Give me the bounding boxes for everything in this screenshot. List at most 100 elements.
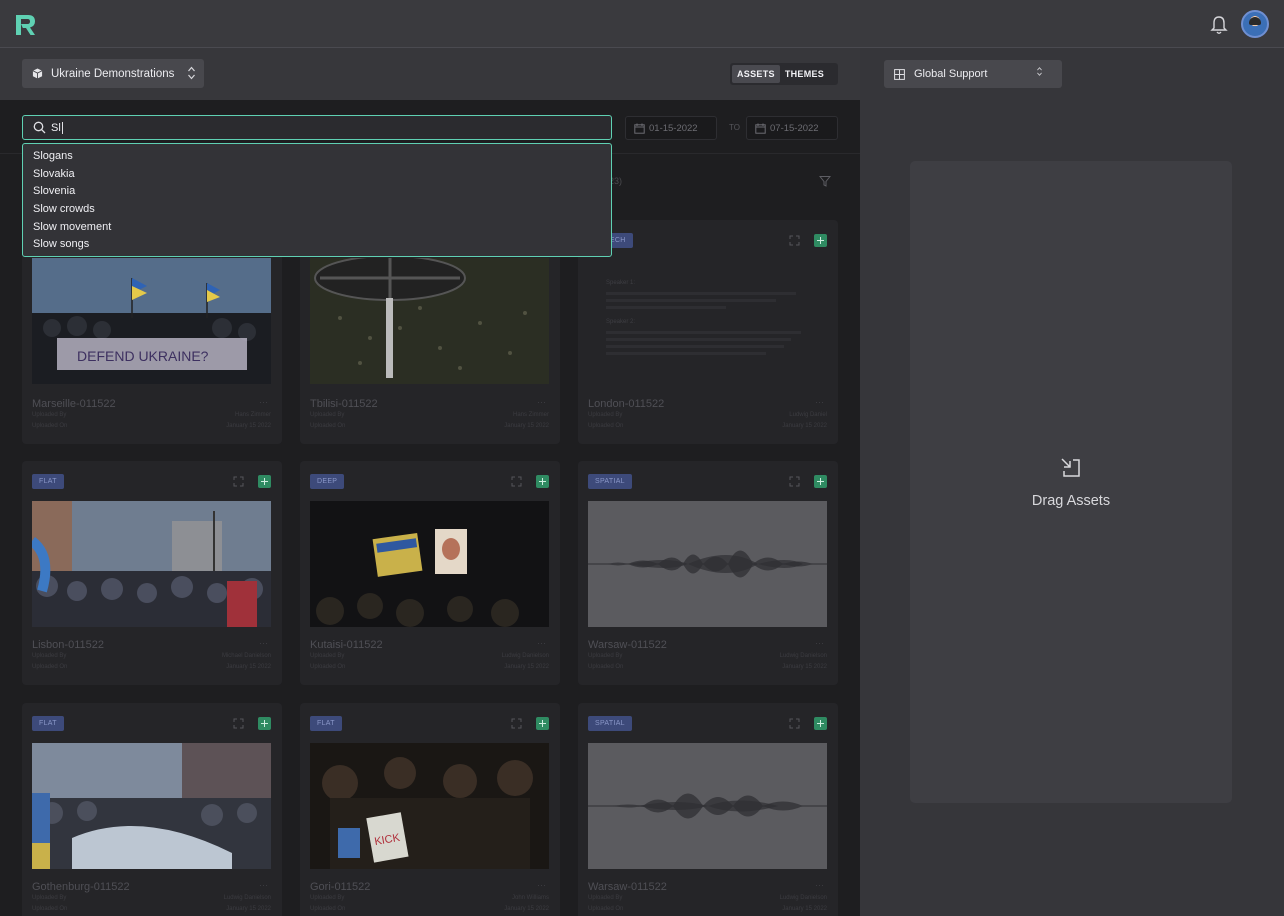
expand-icon[interactable] xyxy=(511,718,522,729)
more-icon[interactable]: ··· xyxy=(259,638,268,648)
add-to-theme-button[interactable] xyxy=(814,234,827,247)
asset-thumbnail: KICK xyxy=(310,743,549,869)
bell-icon[interactable] xyxy=(1209,14,1229,36)
asset-meta: Uploaded By John Williams xyxy=(310,895,549,901)
search-input[interactable]: Sl xyxy=(22,115,612,140)
suggestion-item[interactable]: Slow crowds xyxy=(23,201,611,219)
calendar-icon xyxy=(634,123,645,134)
drop-zone[interactable]: Drag Assets xyxy=(910,161,1232,803)
asset-name: Tbilisi-011522 xyxy=(310,398,378,410)
themes-tab[interactable]: THEMES xyxy=(780,65,829,83)
add-to-theme-button[interactable] xyxy=(258,717,271,730)
expand-icon[interactable] xyxy=(789,235,800,246)
suggestion-item[interactable]: Slovakia xyxy=(23,166,611,184)
search-icon xyxy=(33,121,46,134)
theme-select-label: Global Support xyxy=(914,68,988,80)
audio-waveform xyxy=(588,501,827,627)
asset-meta: Uploaded On January 15 2022 xyxy=(588,664,827,670)
asset-thumbnail xyxy=(32,501,271,627)
grid-icon xyxy=(894,68,905,80)
asset-meta: Uploaded On January 15 2022 xyxy=(588,423,827,429)
start-date-field[interactable]: 01-15-2022 xyxy=(625,116,717,140)
end-date-field[interactable]: 07-15-2022 xyxy=(746,116,838,140)
end-date-value: 07-15-2022 xyxy=(770,122,819,134)
assets-panel: Ukraine Demonstrations ASSETS THEMES Sl … xyxy=(0,48,860,916)
asset-meta: Uploaded On January 15 2022 xyxy=(32,906,271,912)
search-suggestions: Slogans Slovakia Slovenia Slow crowds Sl… xyxy=(22,143,612,257)
project-select[interactable]: Ukraine Demonstrations xyxy=(22,59,204,88)
chevron-updown-icon xyxy=(188,66,195,80)
add-to-theme-button[interactable] xyxy=(814,717,827,730)
app-logo[interactable] xyxy=(13,12,39,38)
asset-badge: SPATIAL xyxy=(588,716,632,731)
asset-thumbnail: DEFEND UKRAINE? xyxy=(32,258,271,384)
asset-card[interactable]: SPATIAL Warsaw-011522 ··· Uploaded By Lud… xyxy=(578,703,838,916)
expand-icon[interactable] xyxy=(789,718,800,729)
start-date-value: 01-15-2022 xyxy=(649,122,698,134)
asset-meta: Uploaded By Ludwig Danielson xyxy=(588,653,827,659)
asset-card[interactable]: FLAT Gothenburg-011522 ··· Uploaded By Lu… xyxy=(22,703,282,916)
audio-waveform xyxy=(588,743,827,869)
more-icon[interactable]: ··· xyxy=(537,397,546,407)
more-icon[interactable]: ··· xyxy=(537,638,546,648)
add-to-theme-button[interactable] xyxy=(536,475,549,488)
asset-name: Gori-011522 xyxy=(310,881,371,893)
asset-meta: Uploaded On January 15 2022 xyxy=(310,423,549,429)
theme-select[interactable]: Global Support xyxy=(884,60,1062,88)
asset-meta: Uploaded On January 15 2022 xyxy=(310,906,549,912)
asset-meta: Uploaded By Ludwig Danielson xyxy=(32,895,271,901)
date-to-label: TO xyxy=(729,123,740,132)
asset-meta: Uploaded On January 15 2022 xyxy=(588,906,827,912)
asset-name: Lisbon-011522 xyxy=(32,639,104,651)
more-icon[interactable]: ··· xyxy=(259,397,268,407)
search-value: Sl xyxy=(51,121,61,134)
expand-icon[interactable] xyxy=(511,476,522,487)
asset-name: Warsaw-011522 xyxy=(588,639,667,651)
asset-meta: Uploaded On January 15 2022 xyxy=(32,423,271,429)
asset-badge: FLAT xyxy=(310,716,342,731)
asset-badge: FLAT xyxy=(32,716,64,731)
add-to-theme-button[interactable] xyxy=(814,475,827,488)
more-icon[interactable]: ··· xyxy=(537,880,546,890)
asset-meta: Uploaded By Hans Zimmer xyxy=(310,412,549,418)
avatar[interactable] xyxy=(1241,10,1269,38)
more-icon[interactable]: ··· xyxy=(259,880,268,890)
more-icon[interactable]: ··· xyxy=(815,638,824,648)
asset-badge: SPATIAL xyxy=(588,474,632,489)
text-caret xyxy=(61,121,63,134)
asset-card[interactable]: SPEECH Speaker 1: Speaker 2: London-0115… xyxy=(578,220,838,444)
project-select-label: Ukraine Demonstrations xyxy=(51,67,175,80)
cube-icon xyxy=(32,68,43,79)
assets-tab[interactable]: ASSETS xyxy=(732,65,780,83)
suggestion-item[interactable]: Slow movement xyxy=(23,219,611,237)
more-icon[interactable]: ··· xyxy=(815,880,824,890)
asset-card[interactable]: DEEP Kutaisi-011522 ··· Uploaded By Ludwi… xyxy=(300,461,560,685)
asset-name: Kutaisi-011522 xyxy=(310,639,383,651)
drop-in-icon xyxy=(1061,458,1080,477)
asset-badge: DEEP xyxy=(310,474,345,489)
asset-thumbnail xyxy=(310,501,549,627)
suggestion-item[interactable]: Slovenia xyxy=(23,183,611,201)
more-icon[interactable]: ··· xyxy=(815,397,824,407)
asset-meta: Uploaded By Ludwig Danielson xyxy=(310,653,549,659)
asset-card[interactable]: FLAT Lisbon-011522 ··· Uploaded By Michae… xyxy=(22,461,282,685)
speech-transcript: Speaker 1: Speaker 2: xyxy=(606,280,806,355)
asset-name: Warsaw-011522 xyxy=(588,881,667,893)
view-toggle: ASSETS THEMES xyxy=(730,63,838,85)
expand-icon[interactable] xyxy=(233,476,244,487)
add-to-theme-button[interactable] xyxy=(258,475,271,488)
asset-name: Gothenburg-011522 xyxy=(32,881,130,893)
filter-icon[interactable] xyxy=(819,175,831,187)
asset-name: Marseille-011522 xyxy=(32,398,116,410)
add-to-theme-button[interactable] xyxy=(536,717,549,730)
assets-panel-header: Ukraine Demonstrations ASSETS THEMES xyxy=(0,48,860,100)
theme-panel: Global Support Drag Assets xyxy=(860,48,1284,916)
suggestion-item[interactable]: Slogans xyxy=(23,148,611,166)
expand-icon[interactable] xyxy=(233,718,244,729)
suggestion-item[interactable]: Slow songs xyxy=(23,236,611,254)
calendar-icon xyxy=(755,123,766,134)
expand-icon[interactable] xyxy=(789,476,800,487)
asset-name: London-011522 xyxy=(588,398,665,410)
asset-card[interactable]: FLAT KICK Gori-011522 ··· Uploaded By Joh… xyxy=(300,703,560,916)
asset-card[interactable]: SPATIAL Warsaw-011522 ··· Uploaded By Lud… xyxy=(578,461,838,685)
